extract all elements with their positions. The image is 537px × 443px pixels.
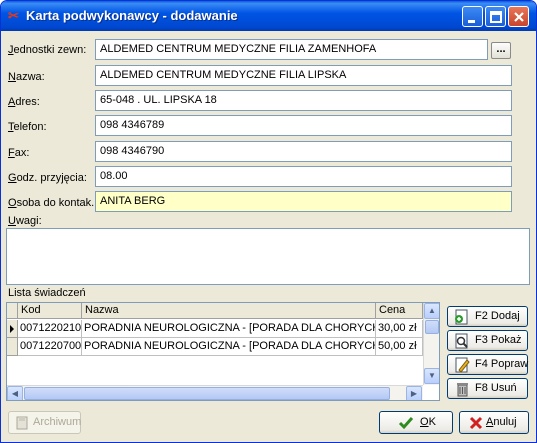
ok-button-label: OK [420,416,436,428]
scroll-down-icon[interactable]: ▼ [424,368,439,384]
vertical-scroll-thumb[interactable] [425,320,439,334]
edit-pencil-icon [455,357,470,373]
show-button-label: F3 Pokaż [475,334,522,346]
delete-button[interactable]: F8 Usuń [447,378,528,399]
fax-label: Fax: [8,147,30,159]
jednostki-label: Jednostki zewn: [8,44,87,56]
archive-button-label: Archiwum [33,416,82,428]
jednostki-field[interactable]: ALDEMED CENTRUM MEDYCZNE FILIA ZAMENHOFA [95,39,488,60]
add-button[interactable]: F2 Dodaj [447,306,528,327]
edit-button-label: F4 Popraw [475,358,529,370]
lista-label: Lista świadczeń [8,287,86,299]
cancel-button[interactable]: Anuluj [459,411,529,434]
minimize-button[interactable] [462,6,483,27]
add-button-label: F2 Dodaj [475,310,520,322]
maximize-button[interactable] [485,6,506,27]
window-title: Karta podwykonawcy - dodawanie [26,8,238,23]
cell-cena[interactable]: 50,00 zł [376,338,423,356]
minimize-icon [468,20,475,23]
godz-field[interactable]: 08.00 [95,166,512,187]
osoba-field[interactable]: ANITA BERG [95,191,512,212]
cell-nazwa[interactable]: PORADNIA NEUROLOGICZNA - [PORADA DLA CHO… [82,338,376,356]
checkmark-icon [398,417,414,430]
godz-label: Godz. przyjęcia: [8,172,87,184]
row-indicator [7,338,18,356]
scroll-left-icon[interactable]: ◀ [7,386,23,400]
horizontal-scroll-thumb[interactable] [24,387,390,400]
jednostki-browse-button[interactable]: ... [491,42,511,59]
uwagi-label: Uwagi: [8,215,42,227]
title-bar[interactable]: ✂ Karta podwykonawcy - dodawanie [1,1,536,31]
current-row-indicator-icon [7,320,18,338]
vertical-scrollbar[interactable]: ▲ ▼ [423,303,439,385]
uwagi-textarea[interactable] [6,228,530,285]
close-icon [514,12,524,22]
nazwa-label: Nazwa: [8,71,45,83]
osoba-label: Osoba do kontak.: [8,197,98,209]
app-logo-icon: ✂ [8,8,19,23]
scroll-up-icon[interactable]: ▲ [424,303,439,319]
show-button[interactable]: F3 Pokaż [447,330,528,351]
fax-field[interactable]: 098 4346790 [95,141,512,162]
close-button[interactable] [508,6,529,27]
add-icon [455,309,468,325]
horizontal-scrollbar[interactable]: ◀ ▶ [7,385,423,400]
column-header-nazwa[interactable]: Nazwa [82,303,376,319]
delete-button-label: F8 Usuń [475,382,517,394]
archive-icon [16,416,28,430]
telefon-label: Telefon: [8,121,47,133]
grid-header: Kod Nazwa Cena [7,303,423,319]
cell-nazwa[interactable]: PORADNIA NEUROLOGICZNA - [PORADA DLA CHO… [82,320,376,338]
edit-button[interactable]: F4 Popraw [447,354,528,375]
cancel-button-label: Anuluj [486,416,517,428]
scroll-right-icon[interactable]: ▶ [406,386,422,400]
trash-icon [457,383,468,397]
adres-field[interactable]: 65-048 . UL. LIPSKA 18 [95,90,512,111]
cell-kod[interactable]: 0071220700 [18,338,82,356]
adres-label: Adres: [8,96,40,108]
header-indicator [7,303,18,319]
cancel-x-icon [469,416,483,430]
telefon-field[interactable]: 098 4346789 [95,115,512,136]
column-header-cena[interactable]: Cena [376,303,423,319]
ok-button[interactable]: OK [379,411,453,434]
services-grid[interactable]: Kod Nazwa Cena 0071220210 PORADNIA NEURO… [6,302,440,401]
column-header-kod[interactable]: Kod [18,303,82,319]
magnifier-icon [455,333,468,349]
maximize-icon [490,11,502,23]
cell-cena[interactable]: 30,00 zł [376,320,423,338]
dialog-window: ✂ Karta podwykonawcy - dodawanie Jednost… [0,0,537,443]
nazwa-field[interactable]: ALDEMED CENTRUM MEDYCZNE FILIA LIPSKA [95,65,512,86]
archive-button[interactable]: Archiwum [8,411,81,434]
cell-kod[interactable]: 0071220210 [18,320,82,338]
